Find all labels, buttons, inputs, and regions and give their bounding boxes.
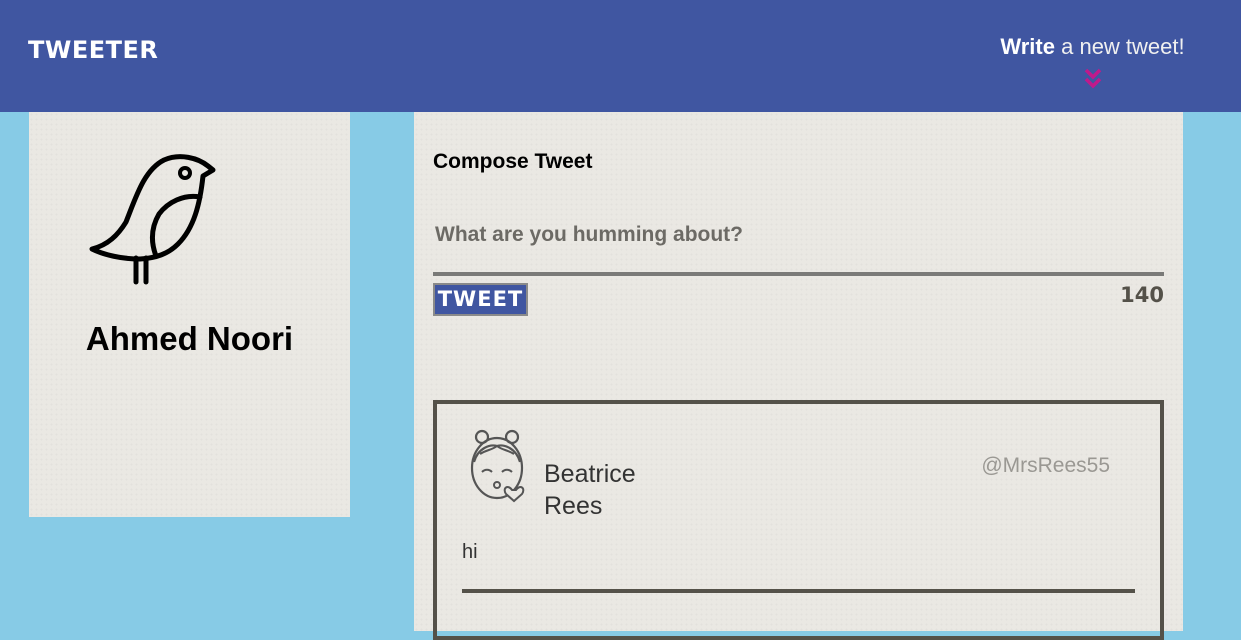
- compose-toggle-button[interactable]: Write a new tweet!: [990, 34, 1195, 60]
- tweet-textarea[interactable]: [433, 205, 1162, 265]
- brand-logo[interactable]: TWEETER: [28, 36, 158, 64]
- bird-icon: [89, 154, 216, 285]
- top-nav: TWEETER Write a new tweet!: [0, 0, 1241, 112]
- compose-toggle-text: a new tweet!: [1061, 34, 1185, 59]
- tweet-submit-button[interactable]: Tweet: [433, 283, 528, 316]
- double-chevron-down-icon[interactable]: [1083, 68, 1103, 90]
- profile-name: Ahmed Noori: [85, 320, 294, 357]
- character-counter: 140: [1120, 283, 1164, 307]
- tweet-author-handle: @MrsRees55: [981, 454, 1110, 477]
- compose-toggle-bold: Write: [1000, 34, 1055, 59]
- input-underline: [433, 272, 1164, 276]
- tweet-content: hi: [462, 541, 478, 563]
- girl-kiss-avatar-icon: [470, 429, 525, 503]
- compose-title: Compose Tweet: [433, 150, 593, 173]
- tweet-footer-divider: [462, 589, 1135, 593]
- tweet-card: [433, 400, 1164, 640]
- tweet-author-name: Beatrice Rees: [544, 460, 636, 520]
